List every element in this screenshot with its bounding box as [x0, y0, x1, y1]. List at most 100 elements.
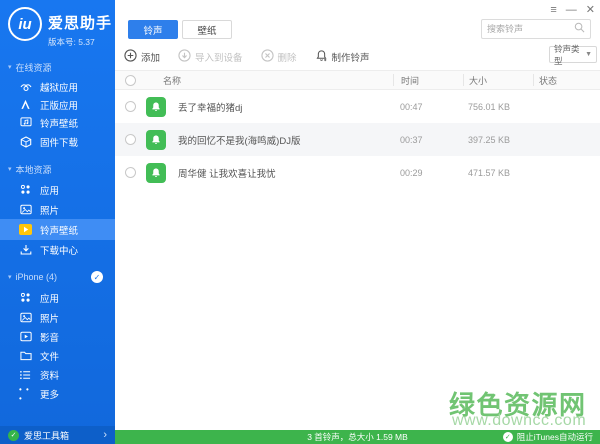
column-header-name[interactable]: 名称 — [145, 74, 393, 87]
ringtone-summary: 3 首铃声，总大小 1.59 MB — [307, 431, 408, 443]
toolbox-check-icon: ✓ — [8, 430, 19, 441]
ringtone-name: 周华健 让我欢喜让我忧 — [178, 166, 276, 180]
block-itunes-label: 阻止iTunes自动运行 — [517, 431, 593, 443]
ringtone-bell-icon — [146, 130, 166, 150]
sidebar-section-iphone[interactable]: ▾ iPhone (4) ✓ — [0, 269, 115, 285]
ringtone-wallpaper-icon — [19, 117, 32, 129]
sidebar-item-iphone-more[interactable]: • • • 更多 — [0, 384, 115, 403]
main-content: ≡ — ✕ 铃声 壁纸 添加 导入到设备 删除 — [115, 0, 600, 444]
sidebar-item-iphone-data[interactable]: 资料 — [0, 365, 115, 384]
sidebar-item-download-center[interactable]: 下载中心 — [0, 240, 115, 259]
section-collapse-icon[interactable]: ▾ — [8, 165, 12, 173]
ringtone-size: 756.01 KB — [463, 102, 533, 112]
logo-icon: iu — [8, 7, 42, 41]
sidebar-section-local[interactable]: ▾ 本地资源 — [0, 161, 115, 177]
sidebar-item-firmware-download[interactable]: 固件下载 — [0, 132, 115, 151]
toolbox-bar[interactable]: ✓ 爱思工具箱 › — [0, 426, 115, 444]
add-icon — [124, 49, 137, 65]
ringtone-name: 我的回忆不是我(海鸣威)DJ版 — [178, 133, 300, 147]
minimize-icon[interactable]: — — [566, 3, 577, 17]
tab-ringtones[interactable]: 铃声 — [128, 20, 178, 39]
chevron-right-icon: › — [103, 429, 107, 441]
delete-button[interactable]: 删除 — [261, 49, 297, 65]
device-connected-check-badge: ✓ — [91, 271, 103, 283]
sidebar-section-online[interactable]: ▾ 在线资源 — [0, 59, 115, 75]
section-label: 在线资源 — [16, 61, 52, 74]
section-collapse-icon[interactable]: ▾ — [8, 273, 12, 281]
sidebar-item-ringtone-wallpaper-online[interactable]: 铃声壁纸 — [0, 113, 115, 132]
sidebar-item-label: 铃声壁纸 — [40, 223, 78, 237]
photos-icon — [19, 312, 32, 324]
sidebar-item-label: 越狱应用 — [40, 80, 78, 94]
dropdown-arrow-icon: ▼ — [585, 51, 592, 58]
table-row[interactable]: 周华健 让我欢喜让我忧 00:29 471.57 KB — [115, 156, 600, 189]
section-collapse-icon[interactable]: ▾ — [8, 63, 12, 71]
table-row[interactable]: 丢了幸福的猪dj 00:47 756.01 KB — [115, 90, 600, 123]
table-header: 名称 时间 大小 状态 — [115, 70, 600, 90]
ringtone-name: 丢了幸福的猪dj — [178, 100, 242, 114]
row-checkbox[interactable] — [125, 134, 136, 145]
sidebar-item-label: 铃声壁纸 — [40, 116, 78, 130]
add-button[interactable]: 添加 — [124, 49, 160, 65]
make-ringtone-label: 制作铃声 — [332, 50, 370, 64]
sidebar-item-local-photos[interactable]: 照片 — [0, 200, 115, 219]
search-icon[interactable] — [574, 20, 585, 38]
section-label: 本地资源 — [16, 163, 52, 176]
data-list-icon — [19, 369, 32, 381]
apps-grid-icon — [19, 184, 32, 196]
app-version: 版本号: 5.37 — [48, 36, 112, 48]
select-all-checkbox[interactable] — [125, 75, 136, 86]
sidebar-item-jailbreak-apps[interactable]: 越狱应用 — [0, 77, 115, 96]
app-title: 爱思助手 — [48, 12, 112, 33]
close-icon[interactable]: ✕ — [586, 3, 595, 17]
ringtone-type-dropdown[interactable]: 铃声类型 ▼ — [549, 46, 597, 63]
jailbreak-app-icon — [19, 81, 32, 93]
content-tabs: 铃声 壁纸 — [128, 20, 232, 39]
sidebar-item-genuine-apps[interactable]: 正版应用 — [0, 95, 115, 114]
search-box[interactable] — [481, 19, 591, 39]
sidebar-item-iphone-photos[interactable]: 照片 — [0, 308, 115, 327]
genuine-app-icon — [19, 99, 32, 111]
column-header-time[interactable]: 时间 — [393, 74, 463, 86]
row-checkbox[interactable] — [125, 167, 136, 178]
ringtone-time: 00:29 — [393, 168, 463, 178]
sidebar-item-label: 固件下载 — [40, 135, 78, 149]
window-controls: ≡ — ✕ — [550, 3, 595, 17]
table-row[interactable]: 我的回忆不是我(海鸣威)DJ版 00:37 397.25 KB — [115, 123, 600, 156]
delete-label: 删除 — [278, 50, 297, 64]
apps-grid-icon — [19, 292, 32, 304]
download-center-icon — [19, 244, 32, 256]
files-icon — [19, 350, 32, 362]
sidebar-item-label: 更多 — [40, 387, 59, 401]
block-itunes-toggle[interactable]: ✓ 阻止iTunes自动运行 — [503, 431, 600, 443]
import-label: 导入到设备 — [195, 50, 243, 64]
app-window: iu 爱思助手 版本号: 5.37 ▾ 在线资源 越狱应用 正版应用 铃声壁纸 … — [0, 0, 600, 444]
sidebar-item-iphone-files[interactable]: 文件 — [0, 346, 115, 365]
search-input[interactable] — [487, 24, 574, 34]
tab-wallpapers[interactable]: 壁纸 — [182, 20, 232, 39]
app-logo: iu 爱思助手 版本号: 5.37 — [8, 7, 112, 48]
row-checkbox[interactable] — [125, 101, 136, 112]
ringtone-time: 00:47 — [393, 102, 463, 112]
sidebar-item-local-apps[interactable]: 应用 — [0, 180, 115, 199]
column-header-size[interactable]: 大小 — [463, 74, 533, 86]
sidebar-item-iphone-apps[interactable]: 应用 — [0, 288, 115, 307]
sidebar-item-label: 下载中心 — [40, 243, 78, 257]
column-header-status[interactable]: 状态 — [533, 74, 600, 86]
ringtone-bell-icon — [146, 97, 166, 117]
ringtone-bell-icon — [146, 163, 166, 183]
sidebar-item-iphone-media[interactable]: 影音 — [0, 327, 115, 346]
media-icon — [19, 331, 32, 343]
sidebar-item-label: 应用 — [40, 291, 59, 305]
import-to-device-button[interactable]: 导入到设备 — [178, 49, 243, 65]
ringtone-type-label: 铃声类型 — [554, 43, 585, 67]
sidebar-item-label: 应用 — [40, 183, 59, 197]
menu-icon[interactable]: ≡ — [550, 3, 556, 17]
make-ringtone-button[interactable]: 制作铃声 — [315, 49, 370, 65]
check-icon: ✓ — [503, 432, 513, 442]
sidebar: iu 爱思助手 版本号: 5.37 ▾ 在线资源 越狱应用 正版应用 铃声壁纸 … — [0, 0, 115, 444]
sidebar-item-local-ringtone-wallpaper[interactable]: 铃声壁纸 — [0, 219, 115, 240]
ringtone-wallpaper-selected-icon — [19, 224, 32, 236]
sidebar-item-label: 照片 — [40, 203, 59, 217]
sidebar-item-label: 照片 — [40, 311, 59, 325]
